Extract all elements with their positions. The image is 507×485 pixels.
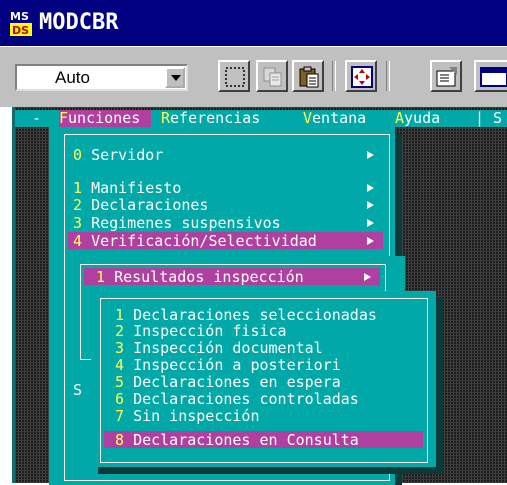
menu-ayuda-rest: yuda: [404, 109, 441, 127]
submenu-arrow-icon: [367, 184, 374, 192]
menu-item-declaraciones-consulta[interactable]: 8 Declaraciones en Consulta: [115, 432, 359, 448]
menu-item-declaraciones[interactable]: 2 Declaraciones: [73, 197, 208, 213]
menu-item-inspeccion-fisica[interactable]: 2 Inspección fisica: [115, 323, 287, 339]
submenu-arrow-icon: [367, 237, 374, 245]
submenu-arrow-icon: [367, 201, 374, 209]
menu-ventana[interactable]: Ventana: [303, 110, 366, 127]
menu-funciones-rest: unciones: [68, 109, 141, 127]
toolbar: Auto: [0, 46, 507, 107]
menu-item-verificacion[interactable]: 4 Verificación/Selectividad: [73, 233, 317, 249]
chevron-down-icon: [171, 75, 181, 81]
menu-item-declaraciones-seleccionadas[interactable]: 1 Declaraciones seleccionadas: [115, 307, 377, 323]
menu-item-partial[interactable]: S: [73, 382, 82, 398]
menu-item-sin-inspeccion[interactable]: 7 Sin inspección: [115, 408, 260, 424]
menu-referencias-rest: eferencias: [170, 109, 261, 127]
submenu-arrow-icon: [367, 219, 374, 227]
menu-ventana-hotkey: V: [303, 109, 313, 127]
console-border-inner: [12, 107, 15, 483]
mark-button[interactable]: [218, 60, 250, 92]
copy-icon: [263, 67, 282, 87]
background-button[interactable]: [474, 60, 507, 92]
menu-item-regimenes[interactable]: 3 Regimenes suspensivos: [73, 215, 281, 231]
window-title: MODCBR: [39, 10, 119, 35]
window-icon: [480, 67, 507, 87]
paste-button[interactable]: [292, 60, 324, 92]
menu-item-declaraciones-espera[interactable]: 5 Declaraciones en espera: [115, 374, 341, 390]
menu-ventana-rest: entana: [312, 109, 367, 127]
menu-ayuda[interactable]: Ayuda: [395, 110, 440, 127]
menu-item-declaraciones-controladas[interactable]: 6 Declaraciones controladas: [115, 391, 359, 407]
menu-item-manifiesto[interactable]: 1 Manifiesto: [73, 180, 181, 196]
properties-icon: [436, 67, 457, 87]
menu-item-resultados-inspeccion[interactable]: 1 Resultados inspección: [96, 269, 304, 285]
menu-ayuda-hotkey: A: [395, 109, 405, 127]
svg-text:MS: MS: [10, 10, 29, 23]
menu-referencias[interactable]: Referencias: [161, 110, 260, 127]
app-icon[interactable]: MS DS: [8, 8, 34, 38]
select-marquee-icon: [225, 67, 245, 87]
copy-button[interactable]: [256, 60, 288, 92]
toolbar-separator: [332, 61, 336, 91]
svg-text:DS: DS: [12, 24, 29, 37]
dropdown-button[interactable]: [165, 67, 185, 88]
fullscreen-arrows-icon: [351, 66, 373, 88]
title-bar: MS DS MODCBR: [0, 0, 507, 46]
menu-extra: | S: [475, 109, 503, 127]
menu-item-inspeccion-documental[interactable]: 3 Inspección documental: [115, 340, 323, 356]
menu-funciones-hotkey: F: [59, 109, 69, 127]
font-size-value: Auto: [55, 68, 90, 87]
menu-item-servidor[interactable]: 0 Servidor: [73, 147, 163, 163]
full-screen-button[interactable]: [345, 60, 377, 92]
submenu-arrow-icon: [364, 273, 371, 281]
properties-button[interactable]: [430, 60, 462, 92]
menu-funciones[interactable]: Funciones: [59, 110, 151, 127]
font-size-select[interactable]: Auto: [15, 64, 188, 91]
paste-icon: [299, 66, 319, 88]
menu-resultados-dropdown: 1 Declaraciones seleccionadas 2 Inspecci…: [91, 291, 436, 467]
submenu-arrow-icon: [367, 151, 374, 159]
menu-item-inspeccion-posteriori[interactable]: 4 Inspección a posteriori: [115, 357, 341, 373]
menu-referencias-hotkey: R: [161, 109, 171, 127]
menu-system[interactable]: -: [32, 110, 41, 127]
menu-bar: - Funciones Referencias Ventana Ayuda | …: [15, 110, 507, 127]
toolbar-separator: [386, 61, 390, 91]
